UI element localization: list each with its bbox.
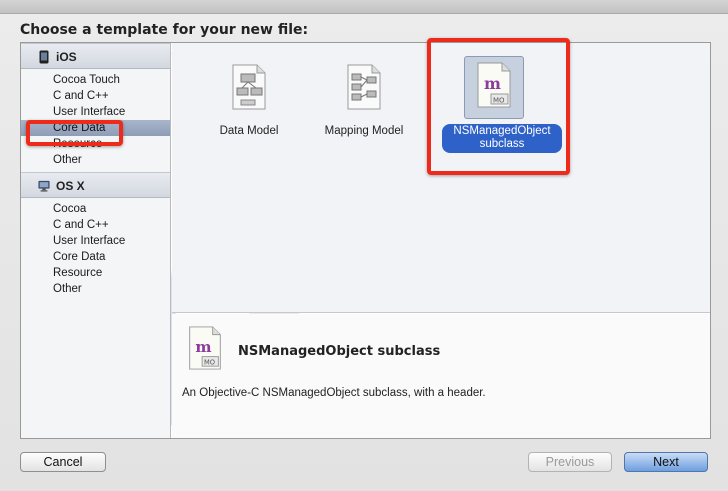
dialog-title: Choose a template for your new file: <box>20 22 309 38</box>
sidebar-item-c-and-cpp[interactable]: C and C++ <box>21 88 170 104</box>
template-mapping-model[interactable]: Mapping Model <box>309 48 419 148</box>
svg-text:m: m <box>195 338 211 356</box>
template-label: Data Model <box>219 125 279 137</box>
highlight-core-data <box>26 120 123 146</box>
managed-object-icon: m MO <box>189 326 221 370</box>
previous-button[interactable]: Previous <box>528 452 612 472</box>
template-category-sidebar: iOS Cocoa Touch C and C++ User Interface… <box>21 43 171 438</box>
template-label: Mapping Model <box>324 125 404 137</box>
new-file-sheet: Choose a template for your new file: iOS… <box>0 0 728 491</box>
data-model-icon <box>232 64 266 110</box>
sidebar-section-osx[interactable]: OS X <box>21 172 170 198</box>
sidebar-section-ios[interactable]: iOS <box>21 43 170 69</box>
sidebar-section-label: iOS <box>56 50 77 64</box>
sidebar-list-osx: Cocoa C and C++ User Interface Core Data… <box>21 198 170 301</box>
cancel-button[interactable]: Cancel <box>20 452 106 472</box>
svg-text:MO: MO <box>204 359 215 367</box>
sidebar-item-cocoa-touch[interactable]: Cocoa Touch <box>21 72 170 88</box>
mapping-model-icon <box>347 64 381 110</box>
sidebar-section-label: OS X <box>56 179 85 193</box>
background-toolbar <box>0 0 728 14</box>
sidebar-item-user-interface[interactable]: User Interface <box>21 104 170 120</box>
sidebar-item-cocoa[interactable]: Cocoa <box>21 201 170 217</box>
sidebar-item-core-data[interactable]: Core Data <box>21 249 170 265</box>
next-button[interactable]: Next <box>624 452 708 472</box>
sidebar-item-other[interactable]: Other <box>21 281 170 297</box>
highlight-nsmanagedobject-template <box>427 38 570 175</box>
sidebar-item-other[interactable]: Other <box>21 152 170 168</box>
mac-icon <box>38 180 50 192</box>
sidebar-item-resource[interactable]: Resource <box>21 265 170 281</box>
iphone-icon <box>39 50 49 64</box>
template-data-model[interactable]: Data Model <box>194 48 304 148</box>
template-description-panel: m MO NSManagedObject subclass An Objecti… <box>172 314 710 438</box>
description-text: An Objective-C NSManagedObject subclass,… <box>182 387 486 399</box>
template-chooser: iOS Cocoa Touch C and C++ User Interface… <box>20 42 711 439</box>
sidebar-item-user-interface[interactable]: User Interface <box>21 233 170 249</box>
description-title: NSManagedObject subclass <box>238 344 441 359</box>
sidebar-item-c-and-cpp[interactable]: C and C++ <box>21 217 170 233</box>
